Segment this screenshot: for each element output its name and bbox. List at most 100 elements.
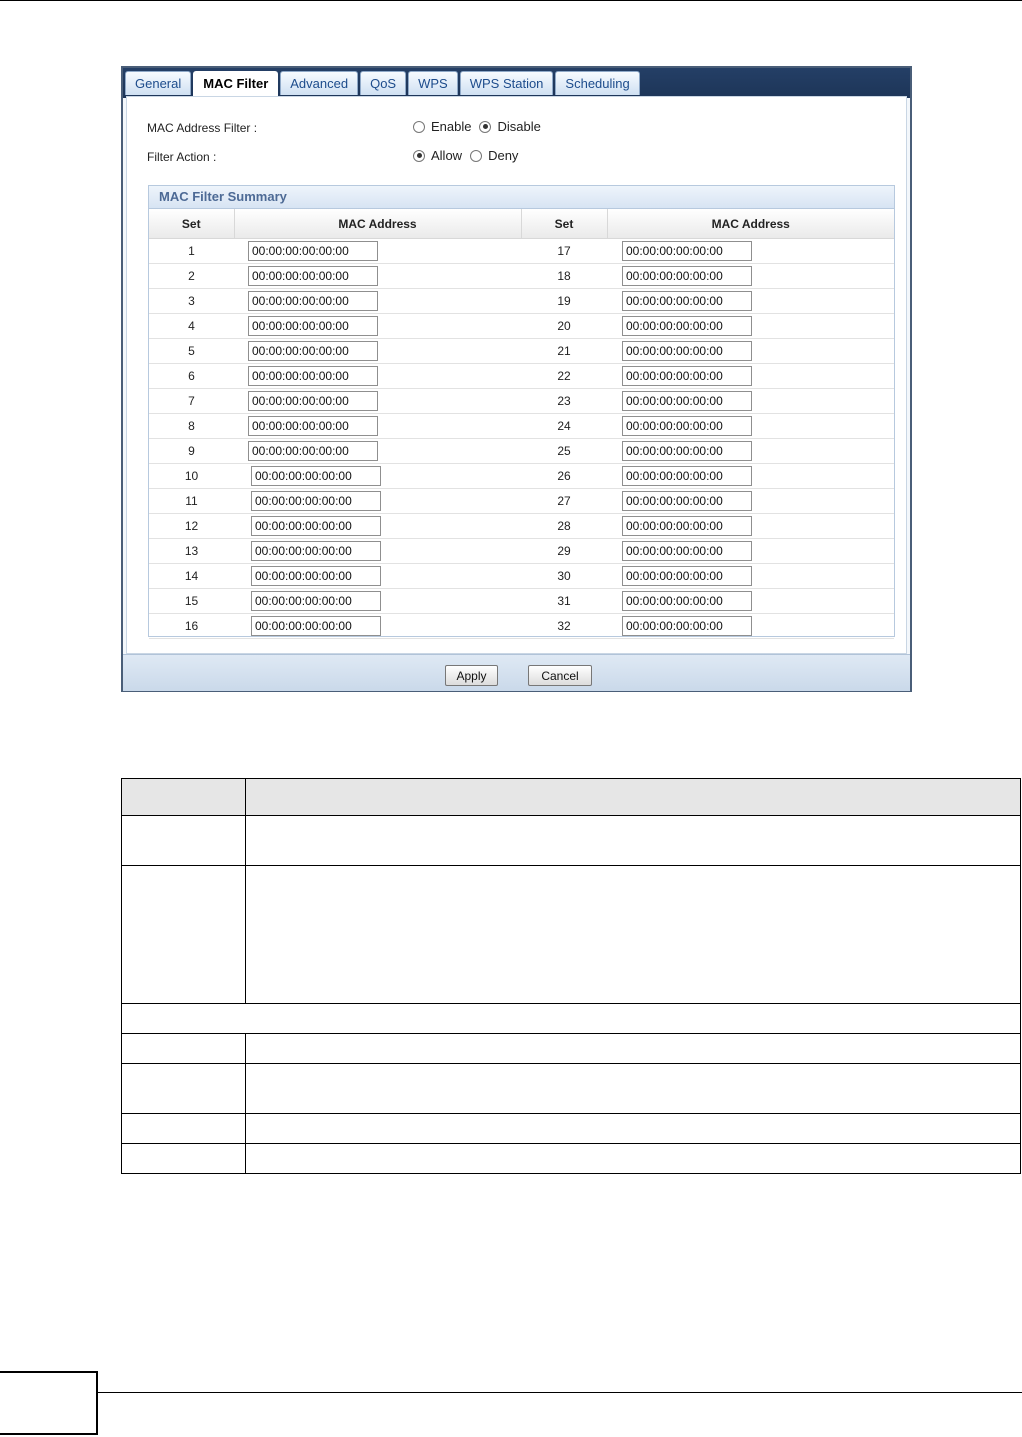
page-number-box — [0, 1371, 98, 1435]
mac-address-input[interactable] — [248, 366, 378, 386]
mac-address-input[interactable] — [248, 241, 378, 261]
set-number: 21 — [521, 338, 607, 364]
mac-address-input[interactable] — [622, 491, 752, 511]
table-cell — [121, 1113, 246, 1144]
deny-radio-label: Deny — [488, 148, 519, 163]
table-row: 13 29 — [149, 538, 894, 564]
mac-address-input[interactable] — [622, 616, 752, 636]
button-bar: Apply Cancel — [123, 654, 910, 691]
tab-wps-station[interactable]: WPS Station — [459, 71, 554, 95]
set-number: 8 — [149, 413, 234, 439]
disable-radio[interactable] — [479, 120, 492, 133]
mac-address-input[interactable] — [622, 516, 752, 536]
allow-radio[interactable] — [413, 149, 425, 162]
table-row — [121, 815, 1021, 866]
mac-address-input[interactable] — [622, 591, 752, 611]
mac-address-input[interactable] — [248, 341, 378, 361]
table-row — [121, 1003, 1021, 1034]
set-number: 24 — [521, 413, 607, 439]
mac-address-cell — [607, 313, 894, 339]
mac-address-cell — [234, 288, 521, 314]
mac-address-cell — [234, 363, 521, 389]
table-header-row: Set MAC Address Set MAC Address — [149, 209, 894, 239]
mac-address-input[interactable] — [622, 391, 752, 411]
mac-address-input[interactable] — [248, 316, 378, 336]
mac-address-input[interactable] — [248, 441, 378, 461]
mac-address-input[interactable] — [622, 291, 752, 311]
mac-address-cell — [607, 238, 894, 264]
mac-address-input[interactable] — [251, 616, 381, 636]
allow-radio-label: Allow — [431, 148, 463, 163]
mac-filter-panel: MAC Address Filter : Enable Disable Filt… — [126, 96, 907, 654]
set-number: 18 — [521, 263, 607, 289]
table-row: 11 27 — [149, 488, 894, 514]
mac-address-input[interactable] — [622, 316, 752, 336]
table-row: 8 24 — [149, 413, 894, 439]
mac-filter-table: Set MAC Address Set MAC Address 11721831… — [149, 209, 894, 639]
table-header-row — [121, 778, 1021, 816]
mac-address-input[interactable] — [622, 441, 752, 461]
mac-address-cell — [234, 538, 521, 564]
mac-address-column-header: MAC Address — [607, 209, 894, 239]
mac-address-cell — [234, 238, 521, 264]
table-row — [121, 1063, 1021, 1114]
mac-address-input[interactable] — [251, 466, 381, 486]
apply-button[interactable]: Apply — [445, 665, 498, 686]
set-number: 10 — [149, 463, 234, 489]
table-cell — [121, 1063, 246, 1114]
mac-address-input[interactable] — [622, 541, 752, 561]
set-number: 13 — [149, 538, 234, 564]
mac-address-input[interactable] — [248, 391, 378, 411]
mac-filter-summary: MAC Filter Summary Set MAC Address Set M… — [148, 185, 895, 639]
cancel-button[interactable]: Cancel — [528, 665, 592, 686]
mac-address-input[interactable] — [248, 291, 378, 311]
table-row: 4 20 — [149, 313, 894, 339]
set-number: 12 — [149, 513, 234, 539]
mac-address-input[interactable] — [622, 341, 752, 361]
filter-action-radio-group: Allow Deny — [413, 148, 526, 163]
table-header-cell — [245, 778, 1021, 816]
set-number: 16 — [149, 613, 234, 639]
table-cell — [245, 1113, 1021, 1144]
mac-address-input[interactable] — [622, 416, 752, 436]
mac-address-input[interactable] — [251, 591, 381, 611]
table-cell — [121, 1143, 246, 1174]
tab-general[interactable]: General — [125, 71, 192, 95]
set-number: 4 — [149, 313, 234, 339]
mac-address-input[interactable] — [248, 266, 378, 286]
mac-address-input[interactable] — [622, 366, 752, 386]
mac-address-input[interactable] — [251, 516, 381, 536]
tab-qos[interactable]: QoS — [360, 71, 407, 95]
set-number: 11 — [149, 488, 234, 514]
mac-address-input[interactable] — [622, 241, 752, 261]
table-row: 9 25 — [149, 438, 894, 464]
set-number: 27 — [521, 488, 607, 514]
mac-address-input[interactable] — [251, 566, 381, 586]
mac-address-input[interactable] — [622, 566, 752, 586]
set-number: 3 — [149, 288, 234, 314]
mac-address-input[interactable] — [622, 466, 752, 486]
enable-radio[interactable] — [413, 120, 425, 133]
mac-address-cell — [234, 613, 521, 639]
mac-address-cell — [234, 338, 521, 364]
table-cell — [245, 1033, 1021, 1064]
table-row — [121, 865, 1021, 1004]
table-cell — [121, 1003, 1021, 1034]
set-number: 20 — [521, 313, 607, 339]
mac-address-cell — [607, 413, 894, 439]
mac-address-cell — [607, 588, 894, 614]
set-number: 29 — [521, 538, 607, 564]
mac-address-cell — [607, 288, 894, 314]
deny-radio[interactable] — [470, 149, 483, 162]
mac-address-input[interactable] — [251, 491, 381, 511]
tab-mac-filter[interactable]: MAC Filter — [193, 71, 279, 98]
mac-address-cell — [607, 538, 894, 564]
mac-address-input[interactable] — [248, 416, 378, 436]
tab-scheduling[interactable]: Scheduling — [555, 71, 640, 95]
mac-address-input[interactable] — [622, 266, 752, 286]
mac-address-input[interactable] — [251, 541, 381, 561]
set-number: 28 — [521, 513, 607, 539]
tab-wps[interactable]: WPS — [408, 71, 458, 95]
tab-advanced[interactable]: Advanced — [280, 71, 359, 95]
mac-address-cell — [234, 413, 521, 439]
